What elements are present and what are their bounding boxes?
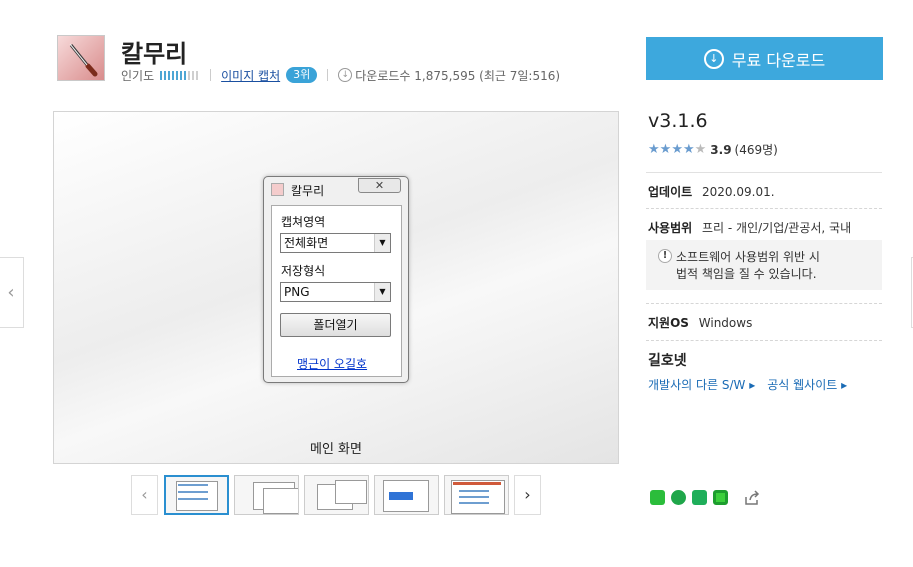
info-icon: ! bbox=[658, 249, 672, 263]
notice-line-2: 법적 책임을 질 수 있습니다. bbox=[676, 267, 817, 281]
rating-count: (469명) bbox=[734, 143, 778, 157]
os-row: 지원OS Windows bbox=[648, 314, 752, 331]
os-value: Windows bbox=[698, 316, 753, 330]
app-window-preview: 칼무리 ✕ 캡쳐영역 전체화면 ▼ 저장형식 PNG ▼ 폴더열기 맹근이 오길… bbox=[263, 176, 409, 383]
thumb-next-button[interactable]: › bbox=[514, 475, 541, 515]
thumb-prev-button[interactable]: ‹ bbox=[131, 475, 158, 515]
download-icon: ↓ bbox=[703, 48, 724, 69]
star-icon: ★ bbox=[659, 142, 672, 157]
update-label: 업데이트 bbox=[648, 185, 693, 199]
license-row: 사용범위 프리 - 개인/기업/관공서, 국내 bbox=[648, 219, 851, 236]
thumbnail-5[interactable] bbox=[444, 475, 509, 515]
license-notice: ! 소프트웨어 사용범위 위반 시 법적 책임을 질 수 있습니다. bbox=[646, 240, 882, 290]
app-window-icon bbox=[271, 183, 284, 196]
category-link[interactable]: 이미지 캡처 bbox=[221, 67, 280, 84]
window-body: 캡쳐영역 전체화면 ▼ 저장형식 PNG ▼ 폴더열기 맹근이 오길호 bbox=[271, 205, 402, 377]
author-link: 맹근이 오길호 bbox=[297, 357, 368, 371]
free-download-button[interactable]: ↓ 무료 다운로드 bbox=[646, 37, 883, 80]
save-format-label: 저장형식 bbox=[281, 264, 326, 278]
knife-icon bbox=[69, 43, 98, 77]
update-row: 업데이트 2020.09.01. bbox=[648, 183, 775, 200]
download-count: 다운로드수 1,875,595 (최근 7일:516) bbox=[355, 68, 561, 83]
update-value: 2020.09.01. bbox=[702, 185, 775, 199]
chevron-down-icon: ▼ bbox=[374, 283, 390, 301]
divider bbox=[646, 208, 882, 210]
star-icon: ★ bbox=[682, 142, 695, 157]
popularity-label: 인기도 bbox=[121, 68, 155, 83]
band-share-icon[interactable] bbox=[650, 490, 665, 505]
divider bbox=[646, 340, 882, 342]
blog-share-icon[interactable] bbox=[692, 490, 707, 505]
open-folder-button: 폴더열기 bbox=[280, 313, 391, 337]
developer-links: 개발사의 다른 S/W ▸ 공식 웹사이트 ▸ bbox=[648, 376, 847, 393]
line-share-icon[interactable] bbox=[671, 490, 686, 505]
capture-area-select: 전체화면 ▼ bbox=[280, 233, 391, 253]
developer-name: 길호넷 bbox=[648, 353, 687, 369]
chevron-down-icon: ▼ bbox=[374, 234, 390, 252]
version: v3.1.6 bbox=[648, 110, 708, 132]
star-empty-icon: ★ bbox=[694, 142, 707, 157]
divider bbox=[646, 172, 882, 173]
window-title: 칼무리 bbox=[291, 184, 325, 198]
save-format-select: PNG ▼ bbox=[280, 282, 391, 302]
app-meta: 인기도 이미지 캡처 3위 ↓ 다운로드수 1,875,595 (최근 7일:5… bbox=[121, 67, 560, 83]
cafe-share-icon[interactable] bbox=[713, 490, 728, 505]
dev-website-link[interactable]: 공식 웹사이트 ▸ bbox=[767, 378, 847, 392]
rank-badge: 3위 bbox=[286, 67, 318, 83]
license-value: 프리 - 개인/기업/관공서, 국내 bbox=[702, 221, 852, 235]
thumbnail-3[interactable] bbox=[304, 475, 369, 515]
rating-value: 3.9 bbox=[710, 142, 732, 157]
os-label: 지원OS bbox=[648, 316, 689, 330]
download-count-icon: ↓ bbox=[338, 68, 353, 82]
capture-area-label: 캡쳐영역 bbox=[281, 215, 326, 229]
dev-other-software-link[interactable]: 개발사의 다른 S/W ▸ bbox=[648, 378, 755, 392]
share-icon[interactable] bbox=[743, 489, 761, 507]
close-icon: ✕ bbox=[358, 178, 401, 193]
star-icon: ★ bbox=[671, 142, 683, 157]
screenshot-caption: 메인 화면 bbox=[310, 442, 362, 457]
divider bbox=[646, 303, 882, 305]
app-icon bbox=[57, 35, 105, 81]
download-button-label: 무료 다운로드 bbox=[731, 50, 826, 70]
prev-app-button[interactable]: ‹ bbox=[0, 257, 24, 328]
thumbnail-4[interactable] bbox=[374, 475, 439, 515]
license-label: 사용범위 bbox=[648, 221, 693, 235]
star-icon: ★ bbox=[648, 142, 660, 157]
thumbnail-1[interactable] bbox=[164, 475, 229, 515]
popularity-bar bbox=[160, 70, 201, 80]
thumbnail-2[interactable] bbox=[234, 475, 299, 515]
screenshot-viewer: 칼무리 ✕ 캡쳐영역 전체화면 ▼ 저장형식 PNG ▼ 폴더열기 맹근이 오길… bbox=[53, 111, 619, 464]
app-title: 칼무리 bbox=[121, 40, 188, 68]
rating: ★ ★ ★ ★ ★ 3.9 (469명) bbox=[648, 141, 778, 158]
notice-line-1: 소프트웨어 사용범위 위반 시 bbox=[676, 250, 820, 264]
